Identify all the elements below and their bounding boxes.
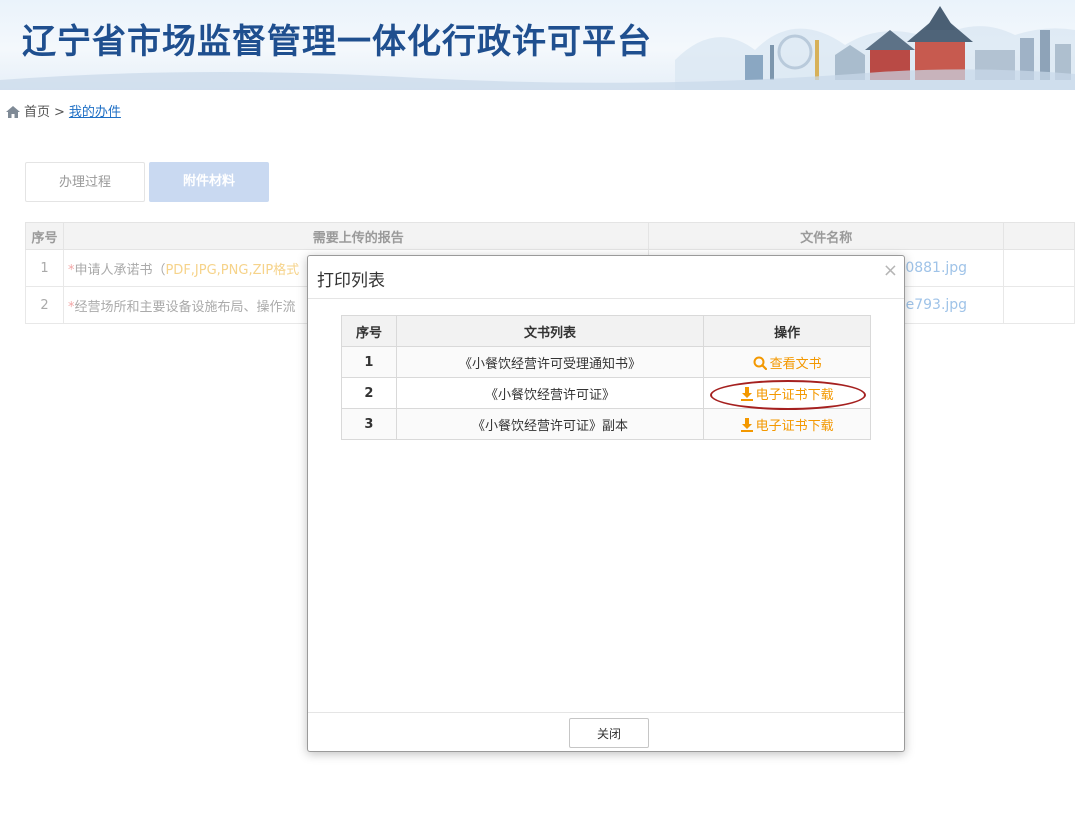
row-op <box>1003 249 1075 287</box>
download-certificate-label: 电子证书下载 <box>755 387 834 403</box>
dialog-title: 打印列表 <box>317 271 385 291</box>
breadcrumb-separator: > <box>54 105 65 120</box>
doc-header-row: 序号 文书列表 操作 <box>341 315 871 347</box>
doc-name: 《小餐饮经营许可证》副本 <box>395 408 705 440</box>
doc-index: 3 <box>341 408 397 440</box>
tab-process[interactable]: 办理过程 <box>25 162 145 202</box>
print-list-dialog: 打印列表 × 序号 文书列表 操作 1 《小餐饮经营许可受理通知书》 查看文书 … <box>307 255 905 752</box>
view-document-label: 查看文书 <box>769 356 822 372</box>
doc-col-name: 文书列表 <box>395 315 705 347</box>
doc-index: 2 <box>341 377 397 409</box>
platform-title: 辽宁省市场监督管理一体化行政许可平台 <box>22 22 652 62</box>
row-index: 2 <box>25 286 64 324</box>
doc-action-cell: 电子证书下载 <box>703 377 871 409</box>
col-header-report: 需要上传的报告 <box>62 222 650 250</box>
table-header-row: 序号 需要上传的报告 文件名称 <box>25 222 1075 250</box>
col-header-index: 序号 <box>25 222 64 250</box>
doc-action-cell: 电子证书下载 <box>703 408 871 440</box>
view-document-link[interactable]: 查看文书 <box>753 356 822 372</box>
close-icon[interactable]: × <box>883 260 898 281</box>
breadcrumb: 首页 > 我的办件 <box>6 101 121 122</box>
row-op <box>1003 286 1075 324</box>
doc-row: 3 《小餐饮经营许可证》副本 电子证书下载 <box>341 408 871 440</box>
file-link[interactable]: de793.jpg <box>897 297 967 313</box>
file-link[interactable]: 30881.jpg <box>896 260 967 276</box>
document-list-table: 序号 文书列表 操作 1 《小餐饮经营许可受理通知书》 查看文书 2 《小餐饮经… <box>341 315 871 440</box>
download-icon <box>740 417 753 432</box>
format-hint: PDF,JPG,PNG,ZIP格式 <box>165 262 300 278</box>
row-index: 1 <box>25 249 64 287</box>
report-label: 经营场所和主要设备设施布局、操作流 <box>74 299 296 315</box>
home-icon[interactable] <box>6 106 20 122</box>
dialog-footer-divider <box>308 712 904 713</box>
close-button[interactable]: 关闭 <box>569 718 649 748</box>
header-banner: 辽宁省市场监督管理一体化行政许可平台 <box>0 0 1075 90</box>
dialog-divider <box>308 298 904 299</box>
report-label: 申请人承诺书（ <box>74 262 166 278</box>
download-certificate-copy-label: 电子证书下载 <box>755 418 834 434</box>
doc-row: 2 《小餐饮经营许可证》 电子证书下载 <box>341 377 871 409</box>
doc-col-index: 序号 <box>341 315 397 347</box>
tab-attachments[interactable]: 附件材料 <box>149 162 269 202</box>
col-header-empty <box>1003 222 1075 250</box>
download-icon <box>740 386 753 401</box>
breadcrumb-home[interactable]: 首页 <box>24 105 50 120</box>
search-icon <box>753 356 767 370</box>
doc-col-action: 操作 <box>703 315 871 347</box>
breadcrumb-my-cases[interactable]: 我的办件 <box>69 105 121 120</box>
doc-name: 《小餐饮经营许可证》 <box>395 377 705 409</box>
doc-row: 1 《小餐饮经营许可受理通知书》 查看文书 <box>341 346 871 378</box>
download-certificate-copy-link[interactable]: 电子证书下载 <box>740 417 834 434</box>
doc-name: 《小餐饮经营许可受理通知书》 <box>395 346 705 378</box>
download-certificate-link[interactable]: 电子证书下载 <box>740 386 834 403</box>
doc-action-cell: 查看文书 <box>703 346 871 378</box>
col-header-filename: 文件名称 <box>648 222 1005 250</box>
doc-index: 1 <box>341 346 397 378</box>
banner-wave-decoration <box>0 69 1075 90</box>
